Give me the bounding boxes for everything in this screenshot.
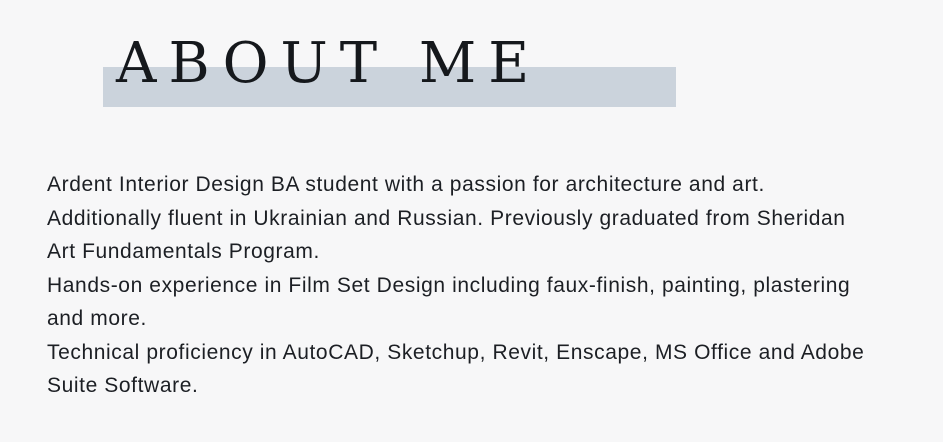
about-paragraph-languages: Additionally fluent in Ukrainian and Rus… xyxy=(47,206,846,264)
page-title: ABOUT ME xyxy=(116,31,542,96)
about-paragraph-software: Technical proficiency in AutoCAD, Sketch… xyxy=(47,340,865,398)
about-text-block: Ardent Interior Design BA student with a… xyxy=(47,168,877,403)
about-paragraph-intro: Ardent Interior Design BA student with a… xyxy=(47,173,765,196)
about-paragraph-experience: Hands-on experience in Film Set Design i… xyxy=(47,273,851,331)
